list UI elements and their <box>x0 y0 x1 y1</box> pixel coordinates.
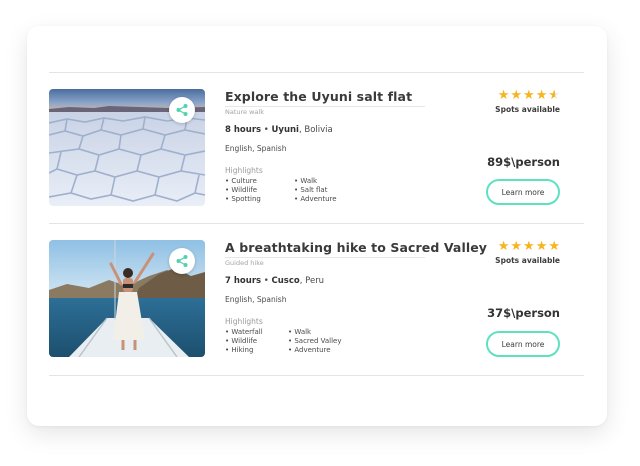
share-icon <box>176 104 188 116</box>
divider <box>49 223 584 224</box>
tour-country: , Bolivia <box>298 125 333 135</box>
tour-meta: 8 hours • Uyuni, Bolivia <box>225 125 485 135</box>
tour-info: Explore the Uyuni salt flat Nature walk … <box>225 89 485 204</box>
star-icon: ★ <box>523 239 535 254</box>
tour-price: 89$\person <box>487 155 560 169</box>
highlight-item: • Waterfall <box>225 328 263 336</box>
star-icon: ★ <box>510 239 523 254</box>
tour-list-panel <box>27 26 607 426</box>
availability-label: Spots available <box>495 256 560 265</box>
star-icon: ★ <box>497 239 510 254</box>
highlight-item: • Walk <box>288 328 312 336</box>
tour-price: 37$\person <box>487 306 560 320</box>
highlights-list: • Culture • Wildlife • Spotting • Walk •… <box>225 177 485 204</box>
learn-more-button[interactable]: Learn more <box>486 331 560 357</box>
star-icon: ★ <box>535 88 548 103</box>
learn-more-button[interactable]: Learn more <box>486 179 560 205</box>
half-star-icon: ★ <box>548 89 560 102</box>
star-icon: ★ <box>548 239 560 254</box>
tour-card: A breathtaking hike to Sacred Valley Gui… <box>49 240 584 358</box>
highlight-item: • Salt flat <box>294 186 328 194</box>
share-icon <box>176 255 188 267</box>
tour-city: Cusco <box>271 276 300 286</box>
tour-duration: 8 hours <box>225 125 262 135</box>
highlight-item: • Culture <box>225 177 257 185</box>
star-icon: ★ <box>497 88 510 103</box>
tour-rating: ★ ★ ★ ★ ★ Spots available <box>484 240 560 265</box>
salt-flat-photo[interactable] <box>49 89 205 206</box>
highlight-item: • Adventure <box>294 195 337 203</box>
tour-card: Explore the Uyuni salt flat Nature walk … <box>49 89 584 207</box>
share-button[interactable] <box>169 248 195 274</box>
highlight-item: • Adventure <box>288 346 331 354</box>
highlight-item: • Wildlife <box>225 186 258 194</box>
divider <box>49 375 584 376</box>
tour-rating: ★ ★ ★ ★ ★ Spots available <box>484 89 560 114</box>
meta-separator: • <box>261 276 272 286</box>
tour-languages: English, Spanish <box>225 295 287 304</box>
share-button[interactable] <box>169 97 195 123</box>
star-icon: ★ <box>523 88 535 103</box>
divider <box>49 72 584 73</box>
star-rating: ★ ★ ★ ★ ★ <box>484 240 560 253</box>
highlight-item: • Sacred Valley <box>288 337 342 345</box>
highlights-label: Highlights <box>225 317 263 326</box>
tour-languages: English, Spanish <box>225 144 287 153</box>
highlight-item: • Walk <box>294 177 318 185</box>
availability-label: Spots available <box>495 105 560 114</box>
meta-separator: • <box>261 125 272 135</box>
highlight-item: • Hiking <box>225 346 254 354</box>
highlights-list: • Waterfall • Wildlife • Hiking • Walk •… <box>225 328 485 355</box>
tour-title[interactable]: Explore the Uyuni salt flat <box>225 89 485 104</box>
tour-subtitle: Guided hike <box>225 257 425 267</box>
star-icon: ★ <box>535 239 548 254</box>
star-icon: ★ <box>510 88 523 103</box>
tour-info: A breathtaking hike to Sacred Valley Gui… <box>225 240 487 355</box>
boat-woman-photo[interactable] <box>49 240 205 357</box>
tour-duration: 7 hours <box>225 276 262 286</box>
tour-city: Uyuni <box>271 125 299 135</box>
highlights-label: Highlights <box>225 166 263 175</box>
highlight-item: • Wildlife <box>225 337 258 345</box>
highlight-item: • Spotting <box>225 195 261 203</box>
tour-meta: 7 hours • Cusco, Peru <box>225 276 485 286</box>
tour-country: , Peru <box>299 276 325 286</box>
tour-subtitle: Nature walk <box>225 106 425 116</box>
star-rating: ★ ★ ★ ★ ★ <box>484 89 560 102</box>
tour-title[interactable]: A breathtaking hike to Sacred Valley <box>225 240 487 255</box>
